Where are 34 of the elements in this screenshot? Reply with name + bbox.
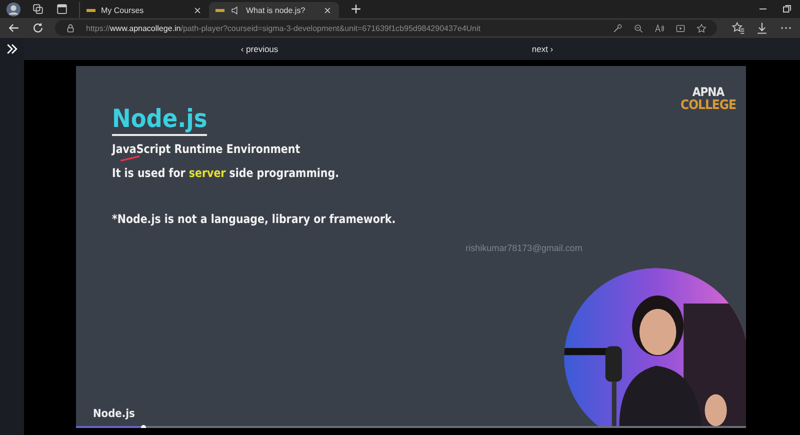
new-tab-icon[interactable] — [349, 2, 363, 16]
tab-actions-icon[interactable] — [55, 2, 69, 16]
profile-avatar-icon[interactable] — [6, 2, 21, 16]
progress-handle[interactable] — [141, 424, 146, 428]
workspaces-icon[interactable] — [31, 2, 45, 16]
app-icon[interactable] — [675, 22, 686, 34]
pen-stroke — [120, 155, 140, 162]
expand-sidebar-icon[interactable] — [5, 42, 19, 56]
slide-text: *Node.js is not a language, library or framework. — [112, 212, 396, 226]
star-icon[interactable] — [696, 22, 707, 34]
slide-text: It is used for server side programming. — [112, 166, 339, 180]
favorites-icon[interactable] — [731, 21, 745, 35]
url-text: https://www.apnacollege.in/path-player?courseid=sigma-3-development&unit=671639f1cb95d984290437e4Unit — [86, 24, 481, 32]
previous-link[interactable]: ‹ previous — [238, 43, 282, 55]
tab-title: My Courses — [101, 6, 144, 14]
tab-title: What is node.js? — [246, 6, 306, 14]
video-caption: Node.js — [93, 407, 135, 420]
logo: APNA COLLEGE — [680, 86, 736, 112]
lock-icon[interactable] — [65, 22, 76, 34]
video-player[interactable]: Node.js APNA COLLEGE JavaScript Runtime Environment It is used for server side programming. *Node.js is not a language, library or framework. rishikumar78173@gmail.com Node.js — [76, 66, 746, 428]
next-link[interactable]: next › — [528, 43, 556, 55]
key-icon[interactable] — [612, 22, 623, 34]
slide-text: JavaScript Runtime Environment — [112, 142, 300, 156]
address-field[interactable]: https://www.apnacollege.in/path-player?courseid=sigma-3-development&unit=671639f1cb95d984290437e4Unit — [55, 20, 717, 36]
favicon-icon — [215, 8, 225, 12]
slide-title: Node.js — [112, 104, 208, 136]
download-icon[interactable] — [755, 21, 769, 35]
zoom-out-icon[interactable] — [633, 22, 644, 34]
browser-tab[interactable]: What is node.js? — [209, 2, 339, 18]
back-icon[interactable] — [7, 21, 21, 35]
reload-icon[interactable] — [31, 21, 45, 35]
watermark-text: rishikumar78173@gmail.com — [466, 243, 582, 253]
read-aloud-icon[interactable] — [654, 22, 665, 34]
favicon-icon — [86, 8, 96, 12]
